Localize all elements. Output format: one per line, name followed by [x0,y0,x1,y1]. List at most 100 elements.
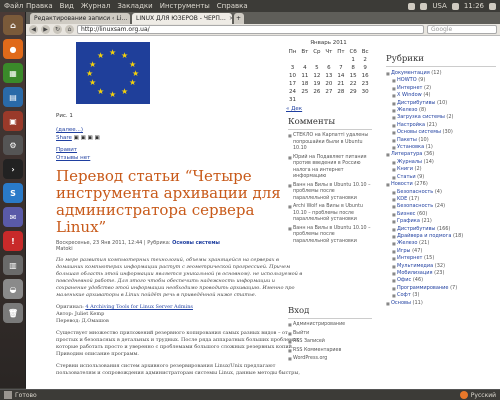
show-desktop-icon[interactable] [4,391,12,399]
category-item[interactable]: Новости (276) [386,181,496,189]
menu-bookmarks[interactable]: Закладки [117,2,152,10]
category-item[interactable]: Графика (21) [386,218,496,226]
category-item[interactable]: Дистрибутивы (166) [386,226,496,234]
category-item[interactable]: Литература (36) [386,151,496,159]
category-item[interactable]: Установка (1) [386,144,496,152]
page-content: ★ ★ ★ ★ ★ ★ ★ ★ ★ ★ ★ ★ Рис. 1 (далее...… [26,36,500,389]
category-item[interactable]: Безопасность (4) [386,189,496,197]
tab-linux-users[interactable]: LINUX ДЛЯ ЮЗЕРОВ - ЧЕРП… × [132,13,232,24]
reload-icon[interactable]: ↻ [53,25,62,34]
back-icon[interactable]: ◀ [29,25,38,34]
menu-view[interactable]: Вид [60,2,74,10]
search-input[interactable]: Google [427,25,497,34]
mail-icon[interactable] [420,2,428,10]
menu-help[interactable]: Справка [217,2,248,10]
close-icon[interactable]: × [229,15,232,22]
rss-posts-link[interactable]: RSS Записей [288,339,372,346]
network-icon[interactable] [408,2,416,10]
workspace-icon[interactable]: ▥ [3,255,23,275]
document-icon[interactable]: ▤ [3,87,23,107]
tab-edit-post[interactable]: Редактирование записи ‹ Li… × [30,13,130,24]
terminal-icon[interactable]: › [3,159,23,179]
comment-item[interactable]: Ванн на Вилы в Ubuntu 10.10 – проблемы п… [288,226,372,246]
share-bar: Share ▣ ▣ ▣ ▣ [56,134,306,142]
update-icon[interactable]: ! [3,231,23,251]
category-item[interactable]: Журналы (14) [386,159,496,167]
category-item[interactable]: Статьи (9) [386,174,496,182]
menu-history[interactable]: Журнал [81,2,110,10]
home-folder-icon[interactable]: ⌂ [3,15,23,35]
menu-edit[interactable]: Правка [26,2,53,10]
category-item[interactable]: Дистрибутивы (10) [386,100,496,108]
social-icons[interactable]: ▣ ▣ ▣ ▣ [74,135,100,141]
category-item[interactable]: Пакеты (10) [386,137,496,145]
category-item[interactable]: Софт (3) [386,292,496,300]
comment-item[interactable]: СТЕКЛО на Карпаттi удалены попрошайки бы… [288,133,372,153]
category-item[interactable]: Игры (47) [386,248,496,256]
category-item[interactable]: Настройка (21) [386,122,496,130]
admin-link[interactable]: Администрирование [288,322,372,329]
calendar-prev-link[interactable]: « Дек [286,106,371,112]
category-item[interactable]: Книги (2) [386,166,496,174]
category-item[interactable]: Мультимедиа (32) [386,263,496,271]
home-icon[interactable]: ⌂ [65,25,74,34]
category-item[interactable]: Основы (11) [386,300,496,308]
trash-icon[interactable]: 🗑 [3,303,23,323]
status-bar: Готово Русский [0,389,500,400]
comments-link[interactable]: Отзывы нет [56,154,306,162]
category-item[interactable]: Бизнес (60) [386,211,496,219]
clock[interactable]: 11:26 [464,2,484,10]
category-item[interactable]: Железо (21) [386,240,496,248]
post-author: Matoki [56,246,73,252]
comment-item[interactable]: Archi Wolf на Вилы в Ubuntu 10.10 – проб… [288,204,372,224]
firefox-icon[interactable]: ● [3,39,23,59]
keyboard-layout[interactable]: USA [432,2,447,10]
presentation-icon[interactable]: ▣ [3,111,23,131]
category-item[interactable]: Загрузка системы (2) [386,114,496,122]
skype-icon[interactable]: S [3,183,23,203]
menu-tools[interactable]: Инструменты [160,2,210,10]
category-item[interactable]: KDE (17) [386,196,496,204]
app-menu-file[interactable]: Файл [0,2,24,10]
rss-comments-link[interactable]: RSS Комментариев [288,348,372,355]
category-list: Документация (12)HOWTO (9)Интернет (2)X … [386,70,496,307]
share-button[interactable]: Share [56,135,72,141]
category-item[interactable]: Документация (12) [386,70,496,78]
logout-link[interactable]: Выйти [288,331,372,338]
category-item[interactable]: HOWTO (9) [386,77,496,85]
wordpress-link[interactable]: WordPress.org [288,356,372,363]
post-category-link[interactable]: Основы системы [172,240,220,246]
category-item[interactable]: Железо (8) [386,107,496,115]
disk-icon[interactable]: ◒ [3,279,23,299]
edit-link[interactable]: Правит [56,146,306,154]
original-line: Оригинал: 4 Archiving Tools for Linux Se… [56,304,193,310]
read-more-link[interactable]: (далее...) [56,126,306,134]
settings-icon[interactable]: ⚙ [3,135,23,155]
original-article-link[interactable]: 4 Archiving Tools for Linux Server Admin… [85,304,193,310]
post-title[interactable]: Перевод статьи “Четыре инструмента архив… [56,168,306,236]
taskbar-label: Русский [470,391,496,399]
comment-item[interactable]: Ванн на Вилы в Ubuntu 10.10 – проблемы п… [288,183,372,203]
new-tab-button[interactable]: + [234,13,244,24]
category-item[interactable]: X Window (4) [386,92,496,100]
category-item[interactable]: Интернет (15) [386,255,496,263]
url-input[interactable]: http://linuxsam.org.ua/ [77,25,424,34]
author-line: Автор: Juliet Kemp [56,311,105,317]
comment-item[interactable]: Юрий на Подавляет питания против введени… [288,155,372,181]
category-item[interactable]: Мобилизация (23) [386,270,496,278]
eu-flag-image: ★ ★ ★ ★ ★ ★ ★ ★ ★ ★ ★ ★ [76,42,150,104]
category-item[interactable]: Драйвера и подмога (18) [386,233,496,241]
volume-icon[interactable] [451,2,459,10]
post-paragraph: Существует множество приложений резервно… [56,330,299,357]
forward-icon[interactable]: ▶ [41,25,50,34]
power-icon[interactable] [489,2,496,10]
category-item[interactable]: Основы системы (30) [386,129,496,137]
meta-widget: Вход Администрирование Выйти RSS Записей… [288,306,372,365]
chat-icon[interactable]: ✉ [3,207,23,227]
category-item[interactable]: Офис (46) [386,277,496,285]
taskbar-item[interactable]: Русский [459,391,500,399]
category-item[interactable]: Безопасность (24) [386,203,496,211]
spreadsheet-icon[interactable]: ▦ [3,63,23,83]
category-item[interactable]: Интернет (2) [386,85,496,93]
category-item[interactable]: Программирование (7) [386,285,496,293]
